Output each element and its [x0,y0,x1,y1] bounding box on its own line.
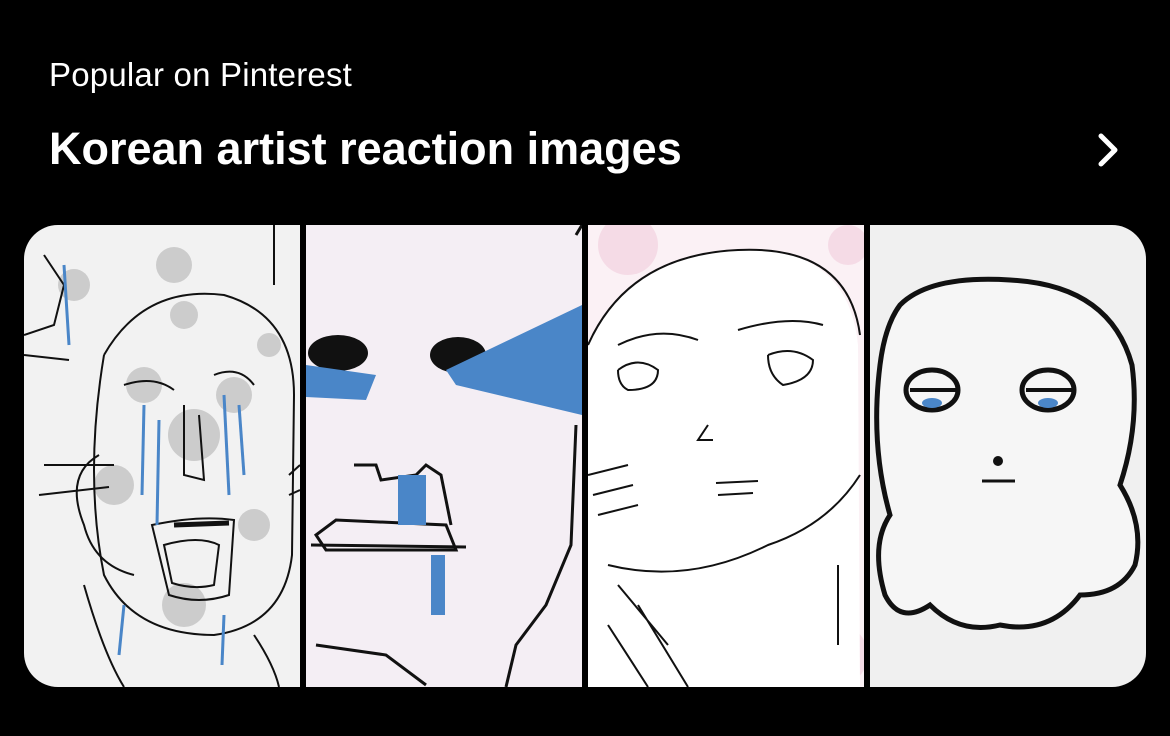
pinterest-card: Popular on Pinterest Korean artist react… [0,0,1170,736]
section-eyebrow: Popular on Pinterest [49,56,353,93]
section-title[interactable]: Korean artist reaction images [49,122,682,176]
chevron-right-icon[interactable] [1089,128,1129,172]
crying-screaming-face-image [24,225,300,687]
section-header[interactable]: Korean artist reaction images [49,122,1129,178]
crying-pixel-face-image [306,225,582,687]
image-tile-crying-screaming[interactable] [24,225,300,687]
image-tile-blob-character[interactable] [870,225,1146,687]
image-tile-crying-pixel[interactable] [306,225,582,687]
anime-face-image [588,225,864,687]
image-tile-anime-face[interactable] [588,225,864,687]
image-gallery [24,225,1146,687]
blob-character-image [870,225,1146,687]
